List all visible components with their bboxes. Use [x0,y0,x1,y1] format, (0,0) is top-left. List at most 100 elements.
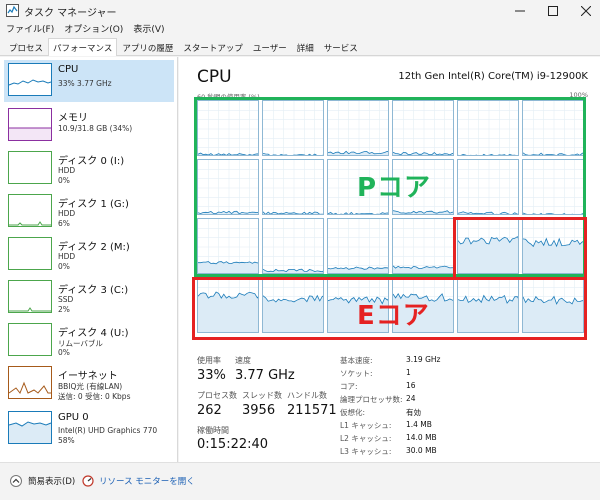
menu-view[interactable]: 表示(V) [133,22,164,38]
sidebar-disk-2-title: ディスク 2 (M:) [58,242,130,253]
sidebar-gpu-name: Intel(R) UHD Graphics 770 [58,426,158,435]
spec-sockets-label: ソケット: [340,369,373,378]
sidebar-item-ethernet[interactable]: イーサネット BBIQ光 (有線LAN) 送信: 0 受信: 0 Kbps [4,363,174,405]
spec-l1-cache-value: 1.4 MB [406,420,432,429]
task-manager-icon [6,4,19,17]
tab-services[interactable]: サービス [319,38,363,56]
sidebar-disk-1-type: HDD [58,209,76,218]
window-title: タスク マネージャー [24,8,117,19]
speed-value: 3.77 GHz [235,368,295,383]
title-bar: タスク マネージャー [0,0,600,22]
sidebar-item-disk-0[interactable]: ディスク 0 (I:) HDD 0% [4,148,174,190]
tab-performance[interactable]: パフォーマンス [48,38,118,56]
sidebar-memory-detail: 10.9/31.8 GB (34%) [58,124,133,133]
threads-label: スレッド数 [242,391,282,400]
close-icon [581,6,591,16]
open-resource-monitor-label: リソース モニターを開く [99,477,195,487]
sidebar-disk-3-title: ディスク 3 (C:) [58,285,129,296]
spec-virtualization-value: 有効 [406,408,421,417]
spec-sockets-value: 1 [406,368,411,377]
e-core-annotation: Eコア [357,301,430,331]
sidebar-disk-2-usage: 0% [58,262,70,271]
tab-processes[interactable]: プロセス [4,38,48,56]
usage-value: 33% [197,368,226,383]
disk-4-thumbnail-graph [8,323,52,356]
usage-label: 使用率 [197,356,221,365]
sidebar-item-gpu[interactable]: GPU 0 Intel(R) UHD Graphics 770 58% [4,408,174,450]
speed-label: 速度 [235,356,251,365]
memory-thumbnail-graph [8,108,52,141]
resource-monitor-icon [82,475,94,487]
cpu-detail-panel: CPU 12th Gen Intel(R) Core(TM) i9-12900K… [179,57,600,462]
cpu-model-name: 12th Gen Intel(R) Core(TM) i9-12900K [398,71,588,82]
menu-file[interactable]: ファイル(F) [6,22,54,38]
spec-cores-label: コア: [340,382,358,391]
sidebar-memory-title: メモリ [58,113,88,124]
tab-users[interactable]: ユーザー [248,38,292,56]
sidebar-cpu-title: CPU [58,64,79,75]
gpu-thumbnail-graph [8,411,52,444]
sidebar-disk-4-usage: 0% [58,348,70,357]
tab-app-history[interactable]: アプリの履歴 [117,38,178,56]
sidebar-disk-2-type: HDD [58,252,76,261]
spec-logical-processors-label: 論理プロセッサ数: [340,395,403,404]
sidebar-disk-4-title: ディスク 4 (U:) [58,328,129,339]
sidebar-disk-3-type: SSD [58,295,74,304]
uptime-label: 稼働時間 [197,426,229,435]
menu-options[interactable]: オプション(O) [64,22,123,38]
spec-logical-processors-value: 24 [406,394,416,403]
tab-details[interactable]: 詳細 [292,38,319,56]
sidebar-item-disk-4[interactable]: ディスク 4 (U:) リムーバブル 0% [4,320,174,362]
disk-0-thumbnail-graph [8,151,52,184]
sidebar-gpu-title: GPU 0 [58,412,89,423]
sidebar-disk-1-title: ディスク 1 (G:) [58,199,129,210]
sidebar-item-memory[interactable]: メモリ 10.9/31.8 GB (34%) [4,105,174,147]
sidebar-disk-3-usage: 2% [58,305,70,314]
chevron-up-icon [10,475,22,487]
brief-view-label: 簡易表示(D) [28,477,76,487]
close-button[interactable] [566,0,600,22]
tab-startup[interactable]: スタートアップ [178,38,248,56]
menu-bar: ファイル(F) オプション(O) 表示(V) [0,22,175,38]
sidebar-item-disk-2[interactable]: ディスク 2 (M:) HDD 0% [4,234,174,276]
handles-label: ハンドル数 [287,391,327,400]
minimize-icon [515,10,525,12]
cpu-thumbnail-graph [8,63,52,96]
spec-l2-cache-label: L2 キャッシュ: [340,434,392,443]
spec-l3-cache-value: 30.0 MB [406,446,437,455]
processes-value: 262 [197,403,222,418]
ethernet-thumbnail-graph [8,366,52,399]
tab-bar: プロセス パフォーマンス アプリの履歴 スタートアップ ユーザー 詳細 サービス [0,38,600,56]
page-title: CPU [197,67,232,87]
disk-1-thumbnail-graph [8,194,52,227]
sidebar-item-disk-1[interactable]: ディスク 1 (G:) HDD 6% [4,191,174,233]
maximize-icon [548,6,558,16]
footer-bar: 簡易表示(D) リソース モニターを開く [0,462,600,500]
disk-2-thumbnail-graph [8,237,52,270]
spec-l1-cache-label: L1 キャッシュ: [340,421,392,430]
brief-view-button[interactable]: 簡易表示(D) [10,475,75,487]
spec-l2-cache-value: 14.0 MB [406,433,437,442]
sidebar-item-cpu[interactable]: CPU 33% 3.77 GHz [4,60,174,102]
p-core-annotation: Pコア [357,173,432,203]
handles-value: 211571 [287,403,337,418]
e-core-highlight-box-top [453,217,587,280]
processes-label: プロセス数 [197,391,237,400]
resource-sidebar: CPU 33% 3.77 GHz メモリ 10.9/31.8 GB (34%) … [0,57,178,462]
sidebar-gpu-usage: 58% [58,436,75,445]
spec-l3-cache-label: L3 キャッシュ: [340,447,392,456]
sidebar-item-disk-3[interactable]: ディスク 3 (C:) SSD 2% [4,277,174,319]
spec-base-speed-value: 3.19 GHz [406,355,441,364]
uptime-value: 0:15:22:40 [197,437,269,452]
sidebar-disk-1-usage: 6% [58,219,70,228]
sidebar-disk-0-title: ディスク 0 (I:) [58,156,125,167]
threads-value: 3956 [242,403,276,418]
spec-virtualization-label: 仮想化: [340,408,366,417]
sidebar-disk-0-type: HDD [58,166,76,175]
spec-cores-value: 16 [406,381,416,390]
spec-base-speed-label: 基本速度: [340,356,373,365]
sidebar-disk-0-usage: 0% [58,176,70,185]
sidebar-cpu-detail: 33% 3.77 GHz [58,79,112,88]
open-resource-monitor-link[interactable]: リソース モニターを開く [82,475,195,487]
sidebar-ethernet-rate: 送信: 0 受信: 0 Kbps [58,392,131,401]
